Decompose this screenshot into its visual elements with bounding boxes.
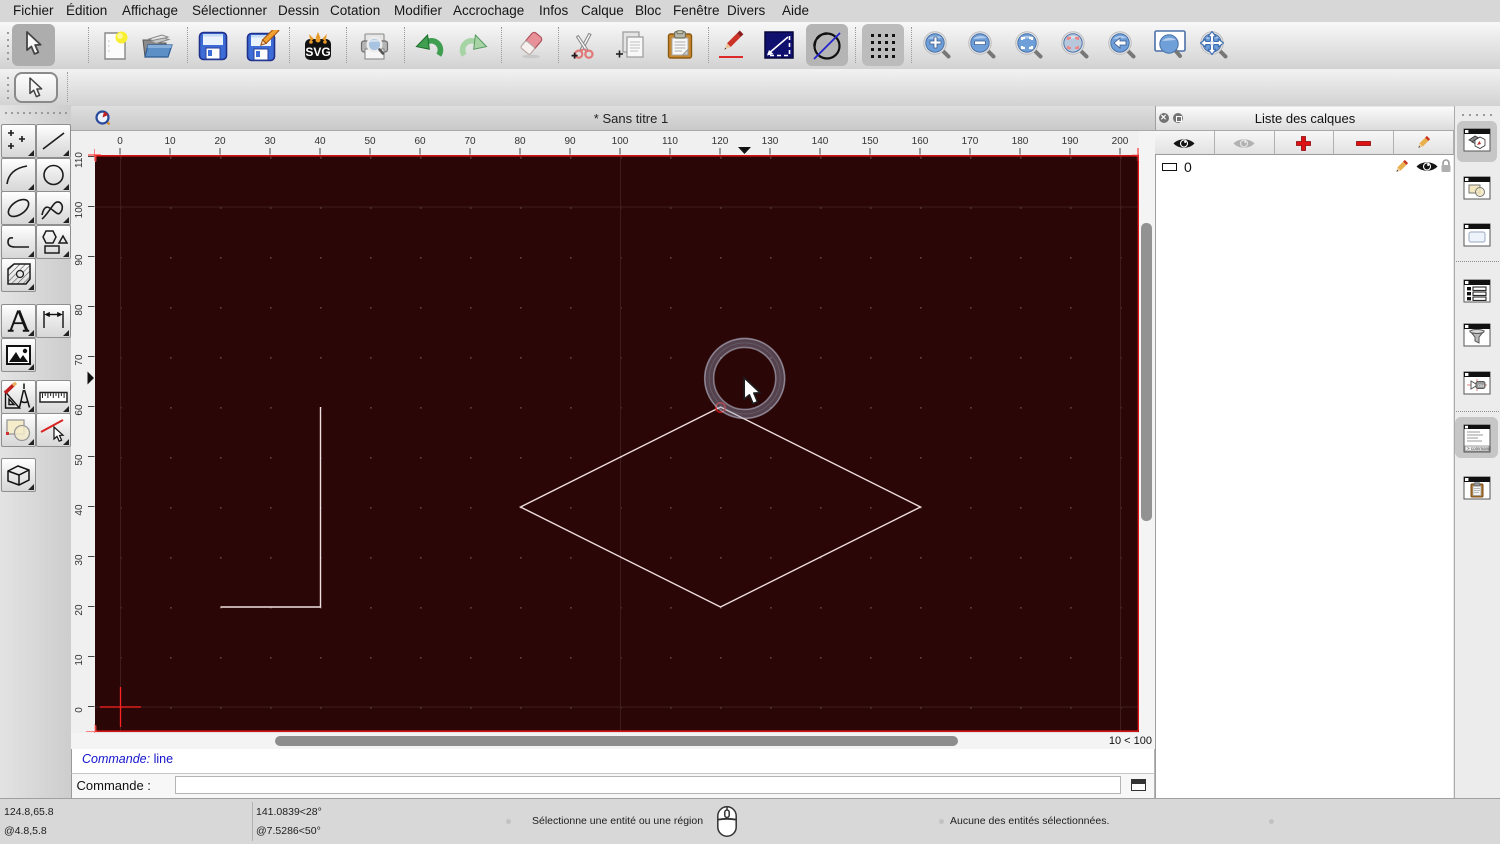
svg-text:0: 0: [117, 136, 123, 147]
svg-text:SVG: SVG: [305, 45, 330, 59]
svg-text:180: 180: [1012, 136, 1029, 147]
svg-text:30: 30: [264, 136, 276, 147]
svg-text:60: 60: [414, 136, 426, 147]
svg-text:30: 30: [74, 554, 85, 566]
svg-text:100: 100: [74, 201, 85, 218]
svg-text:> command: > command: [1467, 446, 1491, 451]
svg-text:80: 80: [74, 304, 85, 316]
svg-text:90: 90: [74, 254, 85, 266]
svg-text:60: 60: [74, 404, 85, 416]
svg-text:70: 70: [464, 136, 476, 147]
svg-text:160: 160: [912, 136, 929, 147]
svg-text:10: 10: [74, 654, 85, 666]
svg-text:110: 110: [662, 136, 678, 147]
svg-text:150: 150: [862, 136, 879, 147]
svg-text:ON: ON: [1478, 383, 1484, 388]
svg-text:80: 80: [514, 136, 526, 147]
svg-text:20: 20: [74, 604, 85, 616]
svg-text:100: 100: [612, 136, 629, 147]
svg-text:70: 70: [74, 354, 85, 366]
svg-text:200: 200: [1112, 136, 1129, 147]
svg-text:10: 10: [164, 136, 176, 147]
svg-text:140: 140: [812, 136, 829, 147]
svg-text:40: 40: [314, 136, 326, 147]
svg-text:50: 50: [74, 454, 85, 466]
svg-text:90: 90: [564, 136, 576, 147]
svg-text:130: 130: [762, 136, 779, 147]
svg-text:40: 40: [74, 504, 85, 516]
svg-text:0: 0: [74, 707, 85, 713]
svg-text:120: 120: [712, 136, 729, 147]
svg-text:20: 20: [214, 136, 226, 147]
svg-text:50: 50: [364, 136, 376, 147]
svg-text:170: 170: [962, 136, 979, 147]
svg-text:190: 190: [1062, 136, 1079, 147]
svg-text:110: 110: [74, 152, 85, 168]
